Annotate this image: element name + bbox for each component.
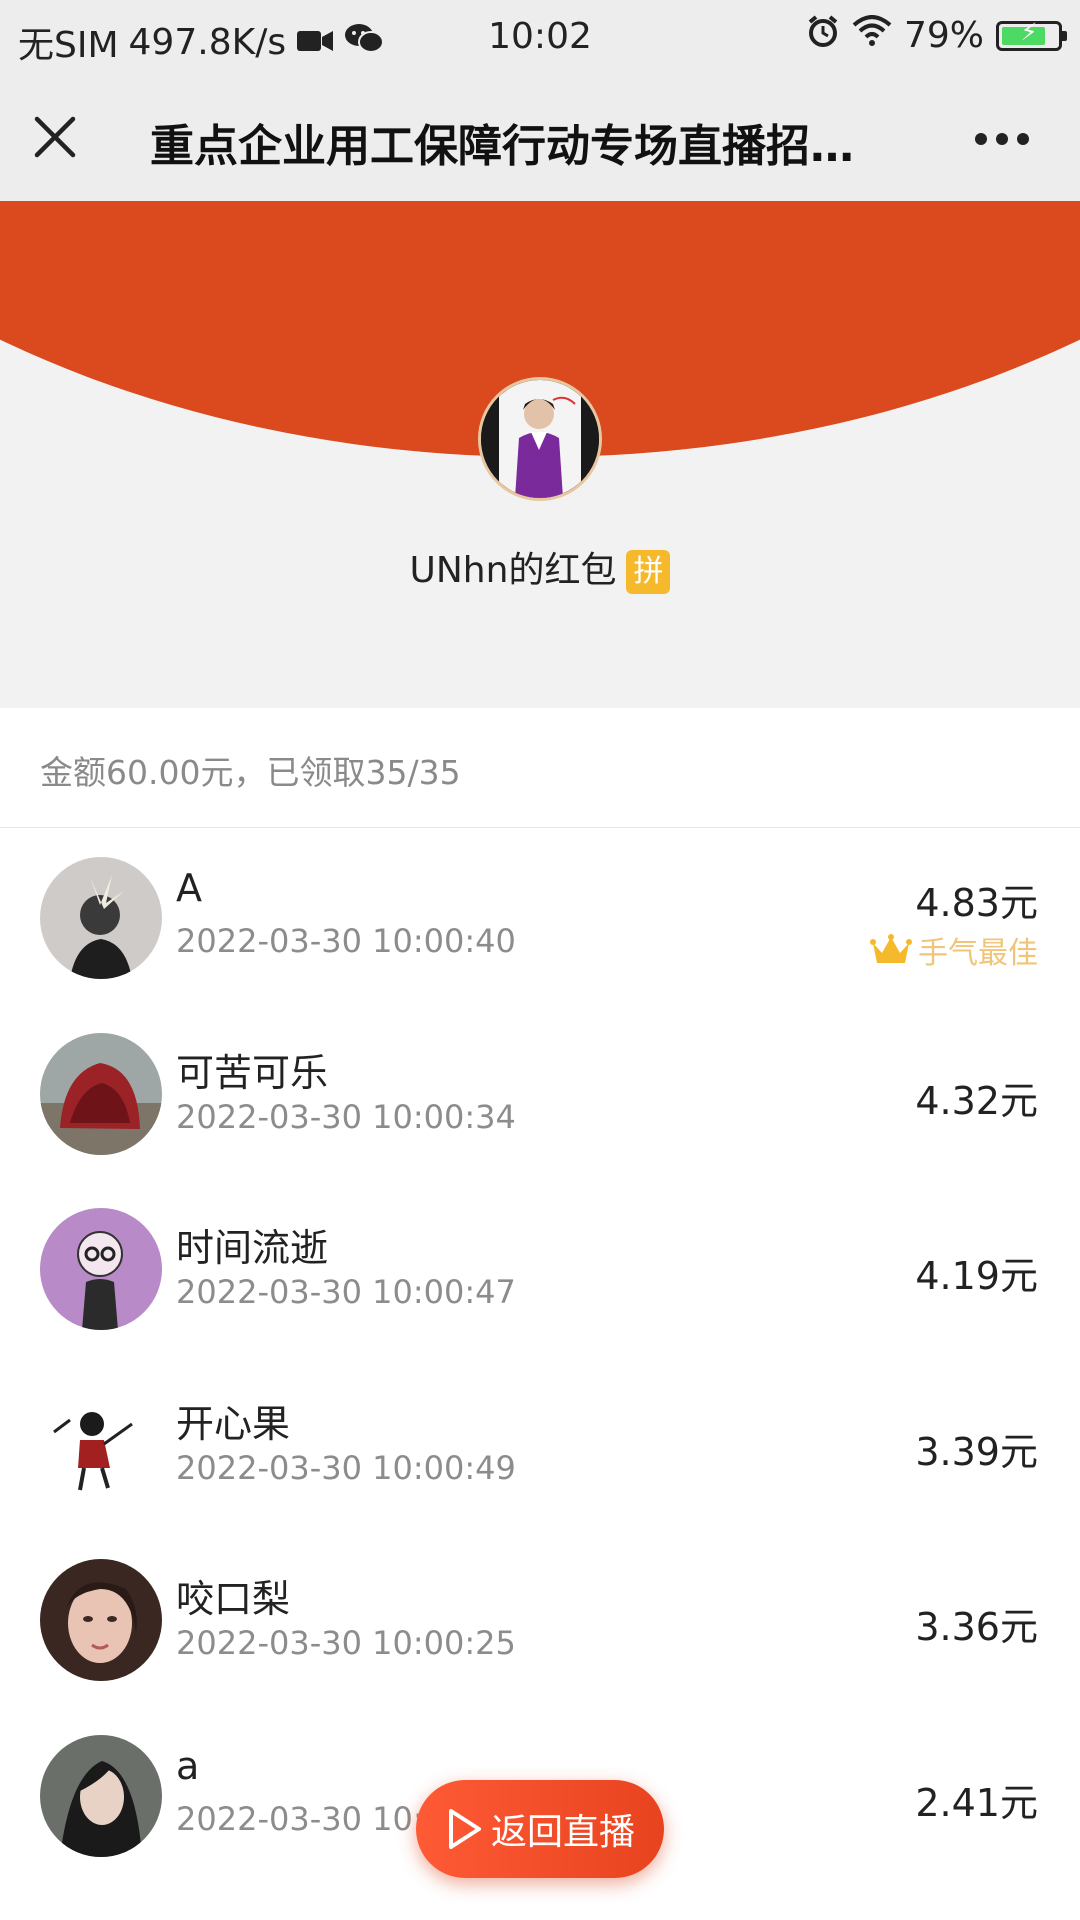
close-button[interactable] [24,106,86,168]
claim-amount: 3.39元 [915,1429,1038,1474]
avatar [40,857,162,979]
claim-time: 2022-03-30 10:00:49 [176,1448,516,1487]
best-luck-badge: 手气最佳 [870,928,1038,972]
battery-icon: ⚡ [996,17,1067,51]
status-right: 79% ⚡ [806,14,1067,57]
wifi-icon [852,15,892,56]
claim-amount: 4.32元 [915,1078,1038,1123]
avatar [40,1208,162,1330]
claimer-name: A [176,866,202,910]
claim-amount: 4.19元 [915,1254,1038,1298]
claim-amount: 4.83元 [915,881,1038,925]
sender-line: UNhn的红包拼 [0,541,1080,594]
claimer-name: 可苦可乐 [176,1050,329,1095]
claim-time: 2022-03-30 10: [176,1799,424,1838]
avatar [40,1383,162,1506]
avatar [40,1032,162,1155]
list-item[interactable]: 咬口梨 2022-03-30 10:00:25 3.36元 [0,1530,1080,1706]
claim-amount: 3.36元 [915,1605,1038,1649]
alarm-icon [806,14,840,57]
red-packet-header: UNhn的红包拼 [0,201,1080,708]
pin-badge: 拼 [626,550,671,594]
claim-amount: 2.41元 [915,1780,1038,1825]
battery-percent: 79% [903,15,984,56]
sender-label: UNhn的红包 [409,550,617,591]
list-item[interactable]: 开心果 2022-03-30 10:00:49 3.39元 [0,1355,1080,1531]
claimer-name: 开心果 [176,1401,291,1446]
sender-avatar [478,377,602,501]
charging-icon: ⚡ [1020,17,1038,46]
status-bar: 无SIM 497.8K/s 10:02 79% ⚡ [0,0,1080,76]
close-icon [34,116,76,158]
more-button[interactable] [962,112,1042,166]
back-to-live-label: 返回直播 [490,1812,635,1853]
play-icon [448,1809,481,1849]
best-luck-label: 手气最佳 [918,936,1038,971]
nav-bar: 重点企业用工保障行动专场直播招… [0,76,1080,201]
claimer-name: a [176,1743,200,1788]
summary-bar: 金额60.00元，已领取35/35 [0,708,1080,828]
avatar [40,1734,162,1857]
list-item[interactable]: A 2022-03-30 10:00:40 4.83元 手气最佳 [0,828,1080,1004]
page-title: 重点企业用工保障行动专场直播招… [150,121,854,172]
claim-time: 2022-03-30 10:00:47 [176,1273,516,1311]
more-icon [975,133,1029,145]
claimer-name: 时间流逝 [176,1226,329,1270]
list-item[interactable]: 可苦可乐 2022-03-30 10:00:34 4.32元 [0,1004,1080,1180]
claim-list: A 2022-03-30 10:00:40 4.83元 手气最佳 可苦可乐 20… [0,828,1080,1881]
claim-time: 2022-03-30 10:00:40 [176,922,516,960]
claimer-name: 咬口梨 [176,1577,291,1621]
crown-icon [870,934,912,963]
claim-time: 2022-03-30 10:00:34 [176,1097,516,1136]
back-to-live-button[interactable]: 返回直播 [416,1780,664,1878]
claim-time: 2022-03-30 10:00:25 [176,1624,516,1662]
list-item[interactable]: 时间流逝 2022-03-30 10:00:47 4.19元 [0,1179,1080,1355]
summary-text: 金额60.00元，已领取35/35 [40,753,461,792]
avatar [40,1559,162,1681]
